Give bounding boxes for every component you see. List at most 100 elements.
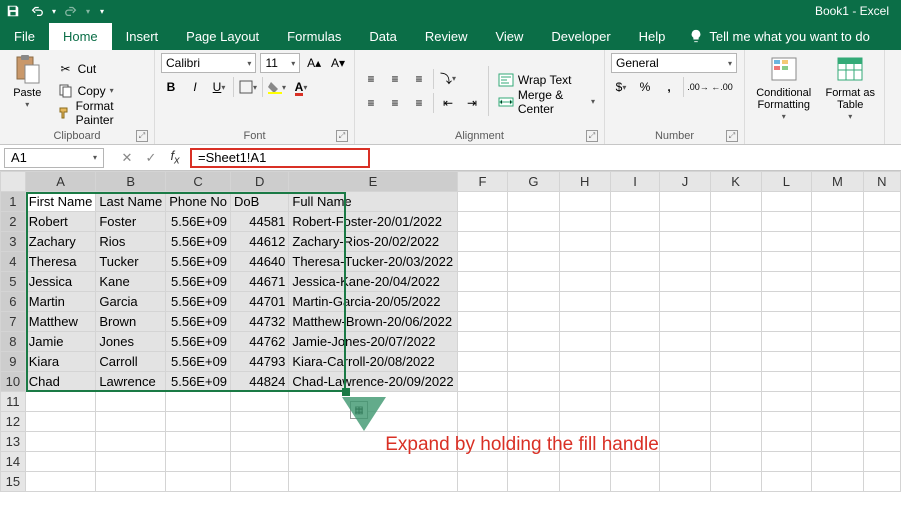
cell[interactable]: [610, 352, 660, 372]
cell[interactable]: [508, 272, 559, 292]
tab-developer[interactable]: Developer: [537, 22, 624, 50]
col-header[interactable]: H: [559, 172, 610, 192]
cell[interactable]: [559, 232, 610, 252]
cell[interactable]: [863, 412, 900, 432]
cell[interactable]: 5.56E+09: [166, 252, 231, 272]
cell[interactable]: [812, 292, 864, 312]
row-header[interactable]: 15: [1, 472, 26, 492]
cell[interactable]: Jamie-Jones-20/07/2022: [289, 332, 457, 352]
row-header[interactable]: 13: [1, 432, 26, 452]
cell[interactable]: [610, 312, 660, 332]
row-header[interactable]: 4: [1, 252, 26, 272]
cell[interactable]: [610, 192, 660, 212]
cell[interactable]: 5.56E+09: [166, 212, 231, 232]
align-right-icon[interactable]: ≡: [409, 93, 429, 113]
cell[interactable]: [710, 352, 761, 372]
cell[interactable]: Martin: [25, 292, 96, 312]
cell[interactable]: [710, 452, 761, 472]
conditional-formatting-button[interactable]: Conditional Formatting▾: [751, 53, 816, 128]
cell[interactable]: [25, 472, 96, 492]
col-header[interactable]: L: [761, 172, 812, 192]
cell[interactable]: [457, 332, 508, 352]
cell[interactable]: [610, 372, 660, 392]
cell[interactable]: [863, 272, 900, 292]
cell[interactable]: [457, 212, 508, 232]
cell[interactable]: [812, 452, 864, 472]
formula-input[interactable]: =Sheet1!A1: [190, 148, 370, 168]
cell[interactable]: [761, 452, 812, 472]
accounting-format-icon[interactable]: $▾: [611, 77, 631, 97]
cell[interactable]: [166, 412, 231, 432]
font-size-combo[interactable]: 11▾: [260, 53, 300, 73]
select-all-corner[interactable]: [1, 172, 26, 192]
cell[interactable]: Phone No: [166, 192, 231, 212]
row-header[interactable]: 3: [1, 232, 26, 252]
cell[interactable]: [508, 372, 559, 392]
cell[interactable]: [660, 452, 710, 472]
tab-page-layout[interactable]: Page Layout: [172, 22, 273, 50]
cell[interactable]: [508, 192, 559, 212]
cell[interactable]: Rios: [96, 232, 166, 252]
alignment-dialog-launcher[interactable]: ⤢: [586, 130, 598, 142]
font-color-button[interactable]: A▾: [291, 77, 311, 97]
orientation-icon[interactable]: ⤵▾: [438, 69, 458, 89]
cell[interactable]: [508, 332, 559, 352]
cell[interactable]: 5.56E+09: [166, 312, 231, 332]
cell[interactable]: Lawrence: [96, 372, 166, 392]
paste-button[interactable]: Paste ▾: [6, 53, 49, 128]
format-painter-button[interactable]: Format Painter: [55, 103, 148, 123]
cell[interactable]: Foster: [96, 212, 166, 232]
cell[interactable]: 44581: [231, 212, 289, 232]
cell[interactable]: [863, 232, 900, 252]
cell[interactable]: [457, 292, 508, 312]
cell[interactable]: [710, 212, 761, 232]
save-icon[interactable]: [4, 2, 22, 20]
cell[interactable]: 5.56E+09: [166, 352, 231, 372]
col-header[interactable]: E: [289, 172, 457, 192]
cell[interactable]: [660, 432, 710, 452]
row-header[interactable]: 1: [1, 192, 26, 212]
cell[interactable]: [610, 212, 660, 232]
tab-file[interactable]: File: [0, 22, 49, 50]
cell[interactable]: [812, 432, 864, 452]
font-dialog-launcher[interactable]: ⤢: [336, 130, 348, 142]
tab-insert[interactable]: Insert: [112, 22, 173, 50]
cell[interactable]: [610, 252, 660, 272]
cell[interactable]: [710, 292, 761, 312]
col-header[interactable]: N: [863, 172, 900, 192]
cell[interactable]: Full Name: [289, 192, 457, 212]
cell[interactable]: [610, 392, 660, 412]
cell[interactable]: [660, 272, 710, 292]
cell[interactable]: [812, 312, 864, 332]
cell[interactable]: [710, 192, 761, 212]
cell[interactable]: 44762: [231, 332, 289, 352]
cell[interactable]: [710, 472, 761, 492]
cell[interactable]: [610, 292, 660, 312]
underline-button[interactable]: U▾: [209, 77, 229, 97]
cell[interactable]: [863, 292, 900, 312]
cell[interactable]: [559, 392, 610, 412]
col-header[interactable]: B: [96, 172, 166, 192]
cell[interactable]: [863, 332, 900, 352]
cell[interactable]: 44732: [231, 312, 289, 332]
tab-view[interactable]: View: [481, 22, 537, 50]
cell[interactable]: [863, 252, 900, 272]
cell[interactable]: [508, 352, 559, 372]
cell[interactable]: [761, 332, 812, 352]
cell[interactable]: Matthew: [25, 312, 96, 332]
format-as-table-button[interactable]: Format as Table▾: [822, 53, 878, 128]
undo-dropdown-icon[interactable]: ▾: [52, 7, 56, 16]
cell[interactable]: [610, 332, 660, 352]
cell[interactable]: [660, 472, 710, 492]
cell[interactable]: [863, 312, 900, 332]
col-header[interactable]: F: [457, 172, 508, 192]
cell[interactable]: [457, 412, 508, 432]
increase-indent-icon[interactable]: ⇥: [462, 93, 482, 113]
cell[interactable]: [863, 352, 900, 372]
row-header[interactable]: 6: [1, 292, 26, 312]
cell[interactable]: [508, 212, 559, 232]
align-center-icon[interactable]: ≡: [385, 93, 405, 113]
font-name-combo[interactable]: Calibri▾: [161, 53, 256, 73]
cell[interactable]: Theresa: [25, 252, 96, 272]
cell[interactable]: [710, 332, 761, 352]
